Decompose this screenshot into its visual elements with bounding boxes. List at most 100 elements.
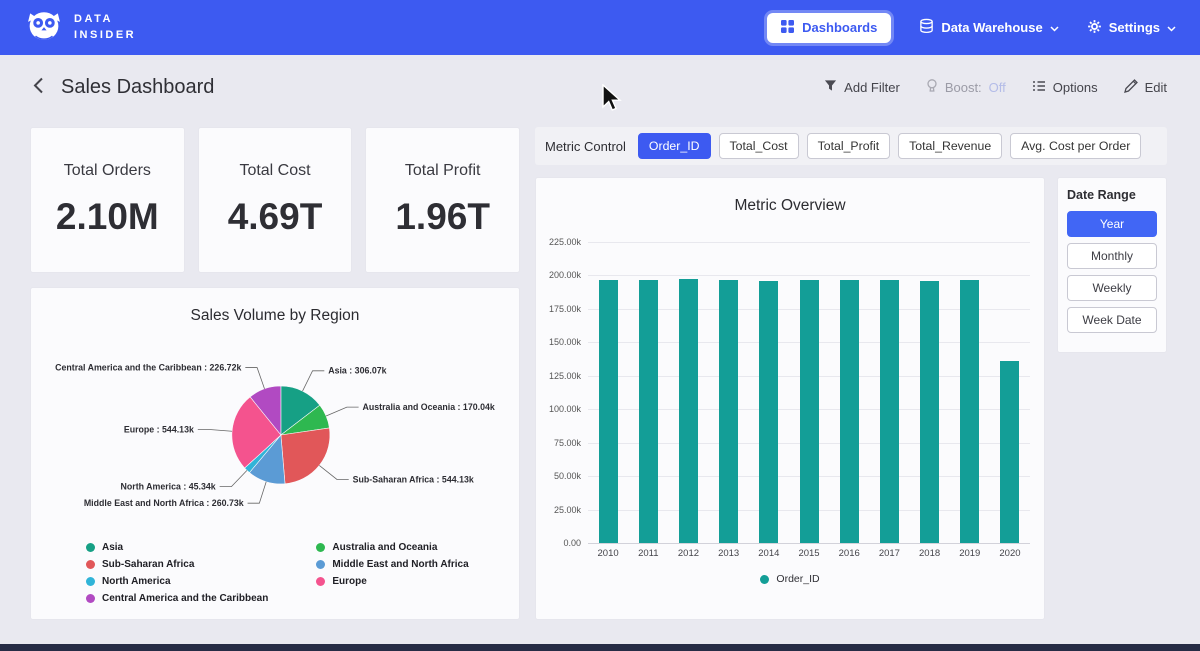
page-title: Sales Dashboard [61,76,214,99]
edit-button[interactable]: Edit [1124,79,1167,96]
bar[interactable] [639,280,658,543]
bar[interactable] [920,281,939,543]
bar-legend: Order_ID [536,573,1044,585]
kpi-label: Total Orders [64,162,151,180]
x-tick-label: 2016 [829,548,869,559]
top-navbar: DATA INSIDER Dashboards [0,0,1200,55]
y-tick-label: 200.00k [549,270,581,280]
legend-dot [86,543,95,552]
x-tick-label: 2012 [668,548,708,559]
chevron-left-icon [33,77,43,97]
settings-menu[interactable]: Settings [1087,19,1176,37]
bar-legend-dot [760,575,769,584]
bar[interactable] [599,280,618,543]
x-tick-label: 2018 [910,548,950,559]
x-tick-label: 2015 [789,548,829,559]
add-filter-button[interactable]: Add Filter [824,79,900,95]
data-warehouse-menu[interactable]: Data Warehouse [919,18,1058,37]
kpi-card-total-cost: Total Cost 4.69T [198,127,353,273]
chevron-down-icon [1050,20,1059,35]
y-tick-label: 100.00k [549,404,581,414]
brand-text: DATA INSIDER [74,12,136,44]
bar[interactable] [880,280,899,543]
pie-slice-label: North America : 45.34k [121,482,216,492]
filter-icon [824,79,837,95]
bar[interactable] [1000,361,1019,543]
pie-slice-label: Central America and the Caribbean : 226.… [55,363,241,373]
metric-chip-avg-cost-per-order[interactable]: Avg. Cost per Order [1010,133,1141,159]
kpi-value: 2.10M [56,196,159,238]
database-icon [919,18,934,37]
x-tick-label: 2011 [628,548,668,559]
legend-item: Australia and Oceania [316,542,468,553]
pencil-icon [1124,79,1138,96]
date-range-weekly-button[interactable]: Weekly [1067,275,1157,301]
bar-chart-title: Metric Overview [536,197,1044,215]
x-tick-label: 2014 [749,548,789,559]
chevron-down-icon [1167,20,1176,35]
kpi-value: 1.96T [395,196,490,238]
legend-item: Central America and the Caribbean [86,593,268,604]
boost-label: Boost: [945,80,982,95]
dashboards-grid-icon [781,20,794,36]
bar[interactable] [800,280,819,543]
date-range-title: Date Range [1067,188,1157,202]
boost-toggle[interactable]: Boost: Off [926,79,1006,96]
metric-chip-total-profit[interactable]: Total_Profit [807,133,891,159]
pie-legend-col-2: Australia and Oceania Middle East and Nor… [316,542,468,604]
dashboards-button[interactable]: Dashboards [767,13,891,43]
x-tick-label: 2010 [588,548,628,559]
legend-dot [316,560,325,569]
pie-slice-label: Sub-Saharan Africa : 544.13k [353,474,474,484]
legend-item: Asia [86,542,268,553]
x-tick-label: 2013 [709,548,749,559]
data-warehouse-label: Data Warehouse [941,20,1042,35]
kpi-value: 4.69T [228,196,323,238]
legend-item: Europe [316,576,468,587]
bar[interactable] [719,280,738,543]
bar-legend-label: Order_ID [776,573,819,585]
gear-icon [1087,19,1102,37]
date-range-monthly-button[interactable]: Monthly [1067,243,1157,269]
options-button[interactable]: Options [1032,80,1098,95]
legend-item: Middle East and North Africa [316,559,468,570]
pie-chart-title: Sales Volume by Region [31,307,519,325]
y-tick-label: 150.00k [549,337,581,347]
y-tick-label: 75.00k [554,438,581,448]
metric-overview-card: Metric Overview 225.00k200.00k175.00k150… [535,177,1045,620]
list-icon [1032,80,1046,95]
kpi-card-total-profit: Total Profit 1.96T [365,127,520,273]
back-button[interactable] [33,77,43,97]
brand: DATA INSIDER [24,8,136,47]
pie-chart-svg: Asia : 306.07kAustralia and Oceania : 17… [31,329,521,540]
date-range-year-button[interactable]: Year [1067,211,1157,237]
y-tick-label: 0.00 [563,538,581,548]
bar-x-axis: 2010201120122013201420152016201720182019… [588,548,1030,559]
bottom-strip [0,644,1200,651]
pie-legend: AsiaSub-Saharan AfricaNorth AmericaCentr… [31,542,519,604]
bar[interactable] [759,281,778,543]
owl-logo-icon [24,8,64,47]
kpi-label: Total Cost [239,162,310,180]
pie-slice[interactable] [281,428,330,484]
legend-dot [86,594,95,603]
metric-chip-total-cost[interactable]: Total_Cost [719,133,799,159]
pie-slice-label: Middle East and North Africa : 260.73k [84,498,244,508]
date-range-week-date-button[interactable]: Week Date [1067,307,1157,333]
bar[interactable] [960,280,979,543]
kpi-label: Total Profit [405,162,481,180]
legend-item: North America [86,576,268,587]
kpi-row: Total Orders 2.10M Total Cost 4.69T Tota… [30,127,520,273]
brand-line2: INSIDER [74,28,136,44]
x-tick-label: 2019 [950,548,990,559]
bar-y-axis: 225.00k200.00k175.00k150.00k125.00k100.0… [544,242,588,543]
bar[interactable] [840,280,859,543]
date-range-card: Date Range Year Monthly Weekly Week Date [1057,177,1167,353]
metric-control-label: Metric Control [545,139,626,154]
bar-chart: 225.00k200.00k175.00k150.00k125.00k100.0… [544,242,1030,543]
metric-chip-order-id[interactable]: Order_ID [638,133,711,159]
add-filter-label: Add Filter [844,80,900,95]
bar[interactable] [679,279,698,543]
balloon-icon [926,79,938,96]
metric-chip-total-revenue[interactable]: Total_Revenue [898,133,1002,159]
